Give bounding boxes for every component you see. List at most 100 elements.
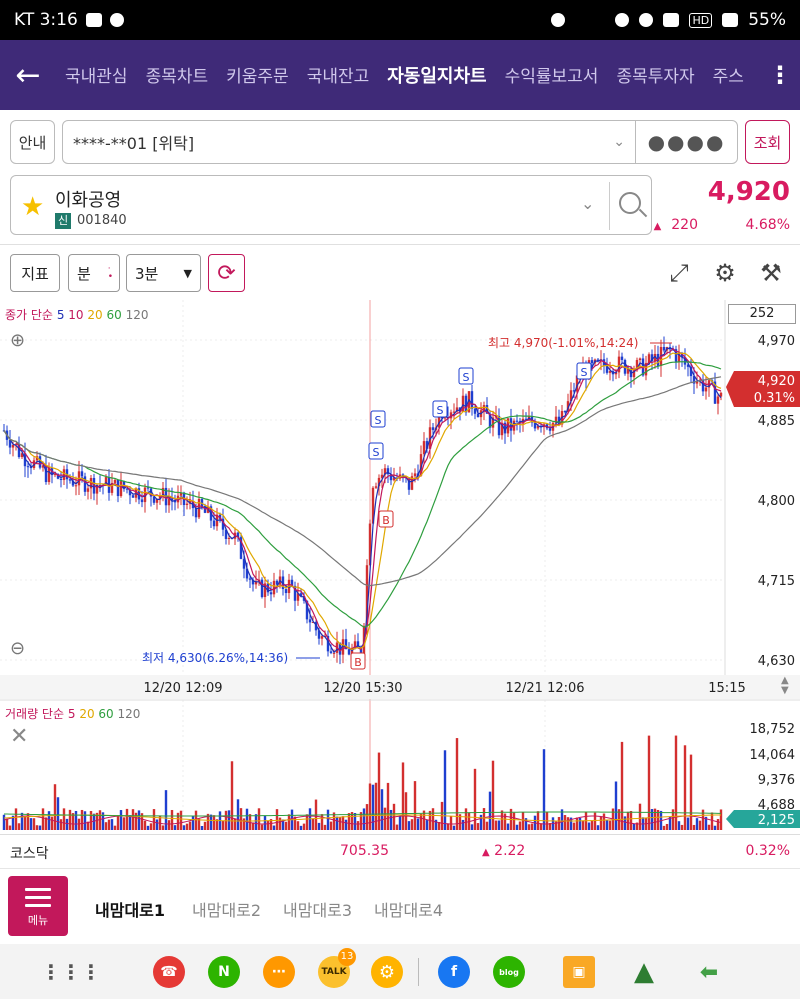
apps-grid-icon[interactable]: ⋮⋮⋮ — [41, 956, 101, 988]
volume-bar — [137, 810, 141, 830]
more-menu-icon[interactable]: ⋮ — [760, 61, 800, 89]
candle-body — [272, 580, 276, 595]
unit-label: 분 — [77, 264, 91, 283]
arrow-left-icon[interactable]: ⬅ — [693, 956, 725, 988]
nav-tab-0[interactable]: 국내관심 — [56, 62, 137, 88]
stock-selector[interactable]: ★ 이화공영 신 001840 ⌄ — [10, 175, 652, 235]
account-row: 안내 ****-**01 [위탁] ⌄ ●●●● 조회 — [10, 120, 790, 166]
tab-custom-4[interactable]: 내맘대로4 — [374, 897, 443, 921]
candle-body — [113, 479, 117, 483]
naver-icon[interactable]: N — [208, 956, 240, 988]
nav-tabs: 국내관심 종목차트 키움주문 국내잔고 자동일지차트 수익률보고서 종목투자자 주스 — [56, 62, 760, 88]
indicator-button[interactable]: 지표 — [10, 254, 60, 292]
back-arrow-icon[interactable]: ← — [0, 58, 56, 93]
volume-bar — [227, 810, 231, 830]
volume-bar — [209, 814, 213, 830]
search-icon[interactable] — [619, 192, 641, 214]
tab-custom-2[interactable]: 내맘대로2 — [192, 897, 261, 921]
close-icon[interactable]: ✕ — [10, 724, 28, 749]
volume-bar — [179, 810, 183, 830]
tab-custom-1[interactable]: 내맘대로1 — [95, 897, 165, 921]
nav-tab-label: 국내관심 — [65, 67, 128, 87]
scroll-arrows-icon[interactable]: ▲ ▼ — [781, 676, 789, 696]
volume-bar — [176, 812, 180, 830]
interval-select[interactable]: 3분 ▼ — [126, 254, 201, 292]
nav-tab-3[interactable]: 국내잔고 — [298, 62, 379, 88]
current-volume-label: 2,125 — [758, 813, 795, 828]
nav-tab-2[interactable]: 키움주문 — [217, 62, 298, 88]
volume-bar — [596, 825, 600, 830]
facebook-icon[interactable]: f — [438, 956, 470, 988]
coffee-notification-icon — [109, 13, 124, 27]
nav-tab-5[interactable]: 수익률보고서 — [496, 62, 608, 88]
blog-icon[interactable]: blog — [493, 956, 525, 988]
volume-bar — [92, 813, 96, 830]
volume-bar — [719, 809, 723, 830]
gift-icon[interactable]: ▣ — [563, 956, 595, 988]
chevron-down-icon[interactable]: ⌄ — [581, 194, 594, 213]
volume-bar — [419, 813, 423, 830]
candle-body — [116, 479, 120, 497]
phone-icon[interactable]: ☎ — [153, 956, 185, 988]
status-bar: KT 3:16 HD 55% — [0, 0, 800, 40]
hamburger-icon — [25, 888, 51, 907]
wifi-icon — [663, 13, 680, 27]
fullscreen-icon[interactable]: ⤢ — [664, 258, 694, 288]
refresh-icon[interactable]: ⟳ — [208, 254, 245, 292]
candle-body — [68, 479, 72, 481]
unit-select[interactable]: 분 · • — [68, 254, 120, 292]
password-field[interactable]: ●●●● — [635, 120, 738, 164]
tools-icon[interactable]: ⚒ — [756, 258, 786, 288]
nav-tab-1[interactable]: 종목차트 — [137, 62, 218, 88]
candle-body — [374, 486, 378, 488]
settings-icon[interactable]: ⚙ — [371, 956, 403, 988]
signal-label: B — [382, 514, 390, 527]
christmas-tree-icon[interactable]: ▲ — [628, 956, 660, 988]
price-chart-area[interactable]: 4,970 4,885 4,800 4,715 4,630 12/20 12:09 12/2… — [0, 300, 800, 840]
bluetooth-icon — [615, 13, 630, 27]
nav-tab-4[interactable]: 자동일지차트 — [378, 62, 495, 88]
y-tick-label: 4,800 — [758, 494, 795, 509]
candle-body — [563, 411, 567, 413]
zoom-in-icon[interactable]: ⊕ — [10, 330, 25, 351]
divider — [418, 958, 419, 986]
volume-bar — [488, 791, 492, 830]
count-box[interactable]: 252 — [728, 304, 796, 324]
legend-ma10: 10 — [68, 308, 84, 322]
candle-body — [704, 387, 708, 392]
volume-bar — [59, 819, 63, 830]
y-tick-label: 4,885 — [758, 414, 795, 429]
stock-name: 이화공영 — [55, 190, 122, 211]
volume-bar — [14, 808, 18, 830]
volume-bar — [29, 818, 33, 830]
nav-tab-label: 주스 — [712, 67, 744, 87]
volume-bar — [692, 824, 696, 830]
nav-tab-6[interactable]: 종목투자자 — [607, 62, 703, 88]
candle-body — [422, 441, 426, 455]
x-tick-label: 15:15 — [708, 681, 745, 696]
stock-code: 001840 — [77, 213, 127, 228]
volume-bar — [479, 814, 483, 830]
menu-button[interactable]: 메뉴 — [8, 876, 68, 936]
candle-body — [476, 413, 480, 418]
nav-tab-7[interactable]: 주스 — [704, 62, 753, 88]
query-button[interactable]: 조회 — [745, 120, 790, 164]
gear-icon[interactable]: ⚙ — [710, 258, 740, 288]
candle-body — [716, 396, 720, 404]
volume-bar — [410, 819, 414, 830]
tab-custom-3[interactable]: 내맘대로3 — [283, 897, 352, 921]
guide-button[interactable]: 안내 — [10, 120, 55, 164]
volume-bar — [278, 817, 282, 830]
volume-bar — [323, 824, 327, 830]
message-icon[interactable]: ⋯ — [263, 956, 295, 988]
volume-bar — [83, 811, 87, 830]
chart-svg[interactable]: 4,970 4,885 4,800 4,715 4,630 12/20 12:09 12/2… — [0, 300, 800, 840]
volume-bar — [152, 809, 156, 830]
account-select[interactable]: ****-**01 [위탁] ⌄ — [62, 120, 636, 164]
signal-label: S — [437, 404, 444, 417]
candle-body — [59, 478, 63, 481]
favorite-star-icon[interactable]: ★ — [21, 192, 44, 222]
volume-bar — [632, 823, 636, 830]
current-price: 4,920 — [707, 177, 790, 207]
zoom-out-icon[interactable]: ⊖ — [10, 638, 25, 659]
